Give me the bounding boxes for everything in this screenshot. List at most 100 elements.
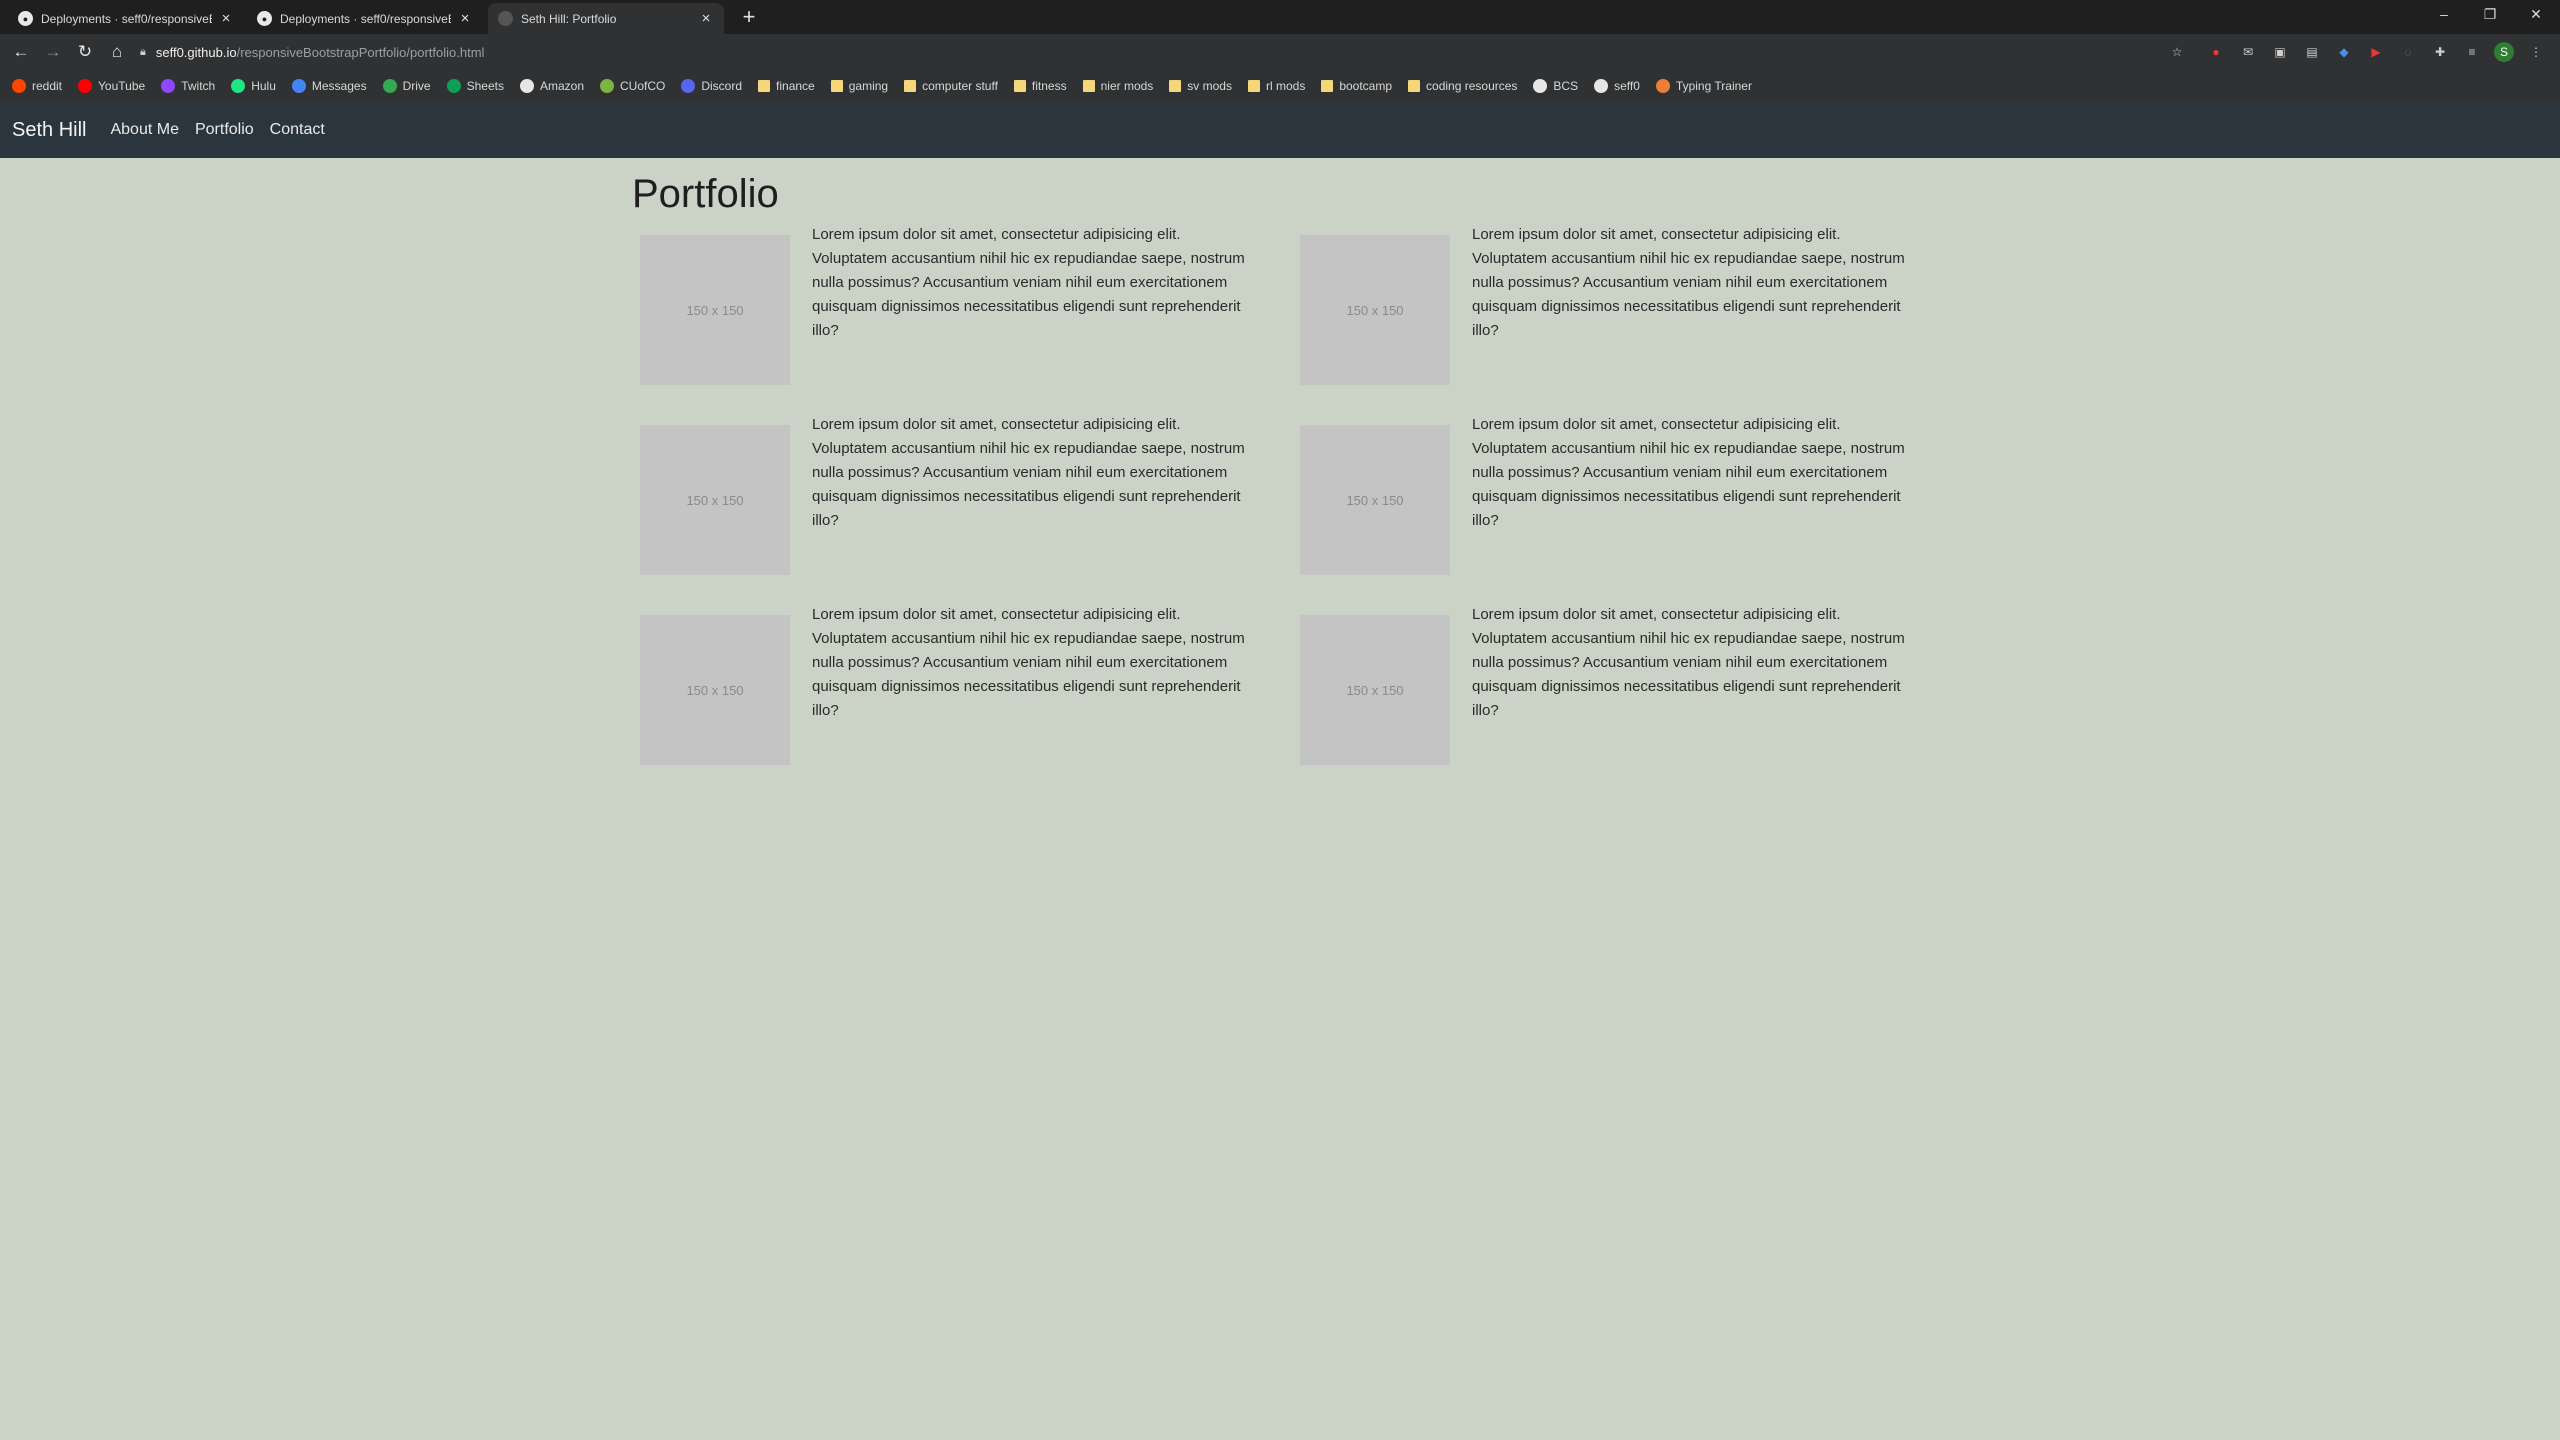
item-description: Lorem ipsum dolor sit amet, consectetur … bbox=[1472, 416, 1905, 529]
portfolio-item: 150 x 150 Lorem ipsum dolor sit amet, co… bbox=[1292, 413, 1932, 603]
bookmark-item[interactable]: Hulu bbox=[231, 79, 276, 93]
close-window-icon[interactable]: ✕ bbox=[2513, 0, 2559, 28]
tab-title: Deployments · seff0/responsiveB bbox=[41, 11, 212, 26]
new-tab-button[interactable]: + bbox=[736, 5, 762, 31]
star-icon[interactable]: ☆ bbox=[2167, 42, 2187, 62]
bookmark-label: Sheets bbox=[466, 79, 504, 93]
bookmark-item[interactable]: Messages bbox=[291, 79, 367, 93]
bookmark-item[interactable]: sv mods bbox=[1169, 79, 1232, 93]
extension-icon[interactable]: ● bbox=[2206, 42, 2226, 62]
thumbnail-placeholder: 150 x 150 bbox=[640, 425, 790, 575]
bookmark-item[interactable]: fitness bbox=[1013, 79, 1067, 93]
bookmark-item[interactable]: Amazon bbox=[519, 79, 584, 93]
bcs-icon bbox=[1533, 79, 1548, 93]
bookmark-label: Discord bbox=[701, 79, 743, 93]
home-icon[interactable]: ⌂ bbox=[105, 40, 129, 64]
bookmark-item[interactable]: Twitch bbox=[161, 79, 215, 93]
address-bar[interactable]: 🔒︎ seff0.github.io/responsiveBootstrapPo… bbox=[140, 38, 2180, 66]
nav-link-about[interactable]: About Me bbox=[110, 121, 178, 139]
url-host: seff0.github.io bbox=[155, 44, 237, 60]
portfolio-item: 150 x 150 Lorem ipsum dolor sit amet, co… bbox=[632, 603, 1272, 793]
reading-list-icon[interactable]: ≡ bbox=[2462, 42, 2482, 62]
item-description: Lorem ipsum dolor sit amet, consectetur … bbox=[1472, 226, 1905, 339]
bookmark-label: Twitch bbox=[181, 79, 216, 93]
bookmark-label: seff0 bbox=[1614, 79, 1640, 93]
puzzle-icon[interactable]: ✚ bbox=[2430, 42, 2450, 62]
drive-icon bbox=[382, 79, 397, 93]
bookmark-item[interactable]: rl mods bbox=[1247, 79, 1306, 93]
bookmark-item[interactable]: coding resources bbox=[1408, 79, 1517, 93]
bookmark-label: rl mods bbox=[1265, 79, 1306, 93]
tab-title: Seth Hill: Portfolio bbox=[521, 11, 617, 26]
profile-avatar[interactable]: S bbox=[2494, 42, 2514, 62]
folder-icon bbox=[830, 80, 843, 92]
url-path: /responsiveBootstrapPortfolio/portfolio.… bbox=[236, 44, 485, 60]
extension-icon[interactable]: ▣ bbox=[2270, 42, 2290, 62]
nav-link-portfolio[interactable]: Portfolio bbox=[195, 121, 254, 139]
bookmark-item[interactable]: Drive bbox=[382, 79, 431, 93]
minimize-icon[interactable]: – bbox=[2421, 0, 2467, 28]
browser-tab[interactable]: ● Deployments · seff0/responsiveB × bbox=[247, 3, 483, 34]
folder-icon bbox=[1408, 80, 1421, 92]
bookmark-item[interactable]: Typing Trainer bbox=[1655, 79, 1752, 93]
extension-icon[interactable]: ▶ bbox=[2366, 42, 2386, 62]
bookmark-item[interactable]: CUofCO bbox=[600, 79, 665, 93]
folder-icon bbox=[904, 80, 917, 92]
github-icon bbox=[1594, 79, 1609, 93]
hulu-icon bbox=[231, 79, 246, 93]
bookmark-label: Amazon bbox=[539, 79, 584, 93]
browser-toolbar: ← → ↻ ⌂ 🔒︎ seff0.github.io/responsiveBoo… bbox=[0, 34, 2560, 70]
bookmark-item[interactable]: finance bbox=[758, 79, 815, 93]
forward-icon[interactable]: → bbox=[41, 40, 65, 64]
lock-icon: 🔒︎ bbox=[140, 45, 146, 58]
browser-tab[interactable]: ● Deployments · seff0/responsiveB × bbox=[8, 3, 244, 34]
bookmark-label: Drive bbox=[402, 79, 431, 93]
bookmark-label: CUofCO bbox=[620, 79, 666, 93]
messages-icon bbox=[291, 79, 306, 93]
bookmark-item[interactable]: computer stuff bbox=[904, 79, 998, 93]
bookmark-item[interactable]: bootcamp bbox=[1321, 79, 1392, 93]
folder-icon bbox=[1013, 80, 1026, 92]
thumbnail-placeholder: 150 x 150 bbox=[1300, 615, 1450, 765]
bookmark-item[interactable]: BCS bbox=[1533, 79, 1578, 93]
site-navbar: Seth Hill About Me Portfolio Contact bbox=[0, 102, 2560, 158]
portfolio-item: 150 x 150 Lorem ipsum dolor sit amet, co… bbox=[632, 223, 1272, 413]
amazon-icon bbox=[519, 79, 534, 93]
bookmark-label: sv mods bbox=[1187, 79, 1232, 93]
close-icon[interactable]: × bbox=[698, 10, 714, 27]
bookmark-label: bootcamp bbox=[1339, 79, 1393, 93]
browser-tab-active[interactable]: Seth Hill: Portfolio × bbox=[488, 3, 724, 34]
bookmark-item[interactable]: gaming bbox=[830, 79, 888, 93]
bookmark-item[interactable]: nier mods bbox=[1082, 79, 1153, 93]
tab-strip: ● Deployments · seff0/responsiveB × ● De… bbox=[0, 0, 2560, 34]
youtube-icon bbox=[78, 79, 93, 93]
folder-icon bbox=[1169, 80, 1182, 92]
bookmark-item[interactable]: reddit bbox=[12, 79, 62, 93]
bookmark-label: BCS bbox=[1553, 79, 1579, 93]
menu-icon[interactable]: ⋮ bbox=[2526, 42, 2546, 62]
bookmark-item[interactable]: Discord bbox=[681, 79, 742, 93]
back-icon[interactable]: ← bbox=[9, 40, 33, 64]
bookmark-item[interactable]: YouTube bbox=[78, 79, 145, 93]
close-icon[interactable]: × bbox=[457, 10, 473, 27]
close-icon[interactable]: × bbox=[218, 10, 234, 27]
bookmarks-bar: reddit YouTube Twitch Hulu Messages Drive Shee… bbox=[0, 70, 2560, 102]
extension-icon[interactable]: ◌ bbox=[2398, 42, 2418, 62]
portfolio-item: 150 x 150 Lorem ipsum dolor sit amet, co… bbox=[632, 413, 1272, 603]
reddit-icon bbox=[12, 79, 26, 93]
bookmark-label: Typing Trainer bbox=[1675, 79, 1752, 93]
mail-icon[interactable]: ✉ bbox=[2238, 42, 2258, 62]
bookmark-item[interactable]: Sheets bbox=[446, 79, 504, 93]
typing-trainer-icon bbox=[1655, 79, 1670, 93]
restore-icon[interactable]: ❐ bbox=[2467, 0, 2513, 28]
shield-icon[interactable]: ◆ bbox=[2334, 42, 2354, 62]
folder-icon bbox=[758, 80, 771, 92]
extension-icon[interactable]: ▤ bbox=[2302, 42, 2322, 62]
reload-icon[interactable]: ↻ bbox=[73, 40, 97, 64]
folder-icon bbox=[1321, 80, 1334, 92]
bookmark-item[interactable]: seff0 bbox=[1594, 79, 1640, 93]
bookmark-label: finance bbox=[776, 79, 815, 93]
site-brand[interactable]: Seth Hill bbox=[12, 119, 86, 142]
portfolio-item: 150 x 150 Lorem ipsum dolor sit amet, co… bbox=[1292, 603, 1932, 793]
nav-link-contact[interactable]: Contact bbox=[270, 121, 325, 139]
